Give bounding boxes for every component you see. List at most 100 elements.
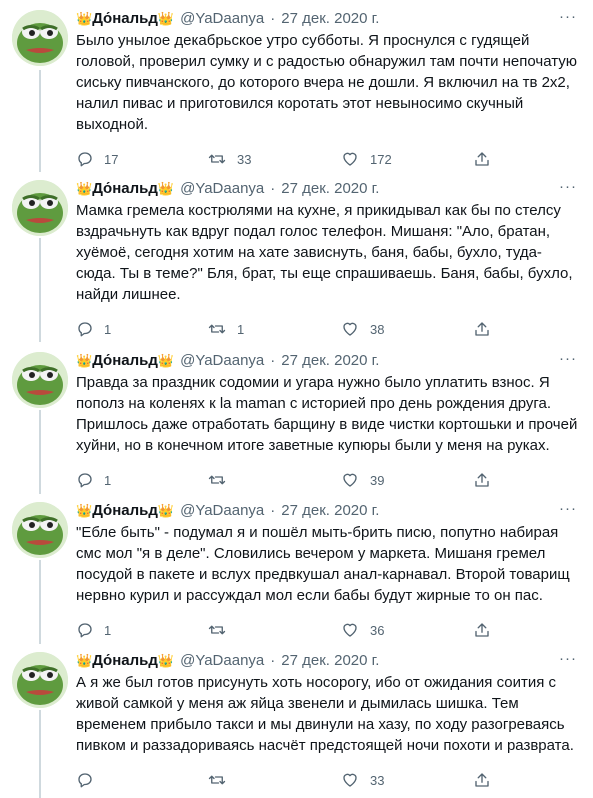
- reply-button[interactable]: 17: [76, 150, 207, 168]
- crown-icon: 👑: [76, 352, 93, 368]
- avatar[interactable]: [12, 652, 68, 708]
- heart-icon: [343, 322, 357, 336]
- share-button[interactable]: [473, 471, 493, 489]
- tweet-header: 👑 До́нальд 👑 @YaDaanya · 27 дек. 2020 г.…: [76, 500, 581, 520]
- more-options-icon[interactable]: ···: [559, 350, 577, 367]
- tweet-text: А я же был готов присунуть хоть носорогу…: [76, 674, 574, 754]
- tweet-header: 👑 До́нальд 👑 @YaDaanya · 27 дек. 2020 г.…: [76, 350, 581, 370]
- author-name[interactable]: До́нальд: [92, 352, 158, 369]
- reply-icon: [78, 473, 92, 488]
- crown-icon: 👑: [76, 652, 93, 668]
- like-button[interactable]: 39: [340, 471, 473, 489]
- share-icon: [475, 322, 489, 336]
- tweet-thread: 👑 До́нальд 👑 @YaDaanya · 27 дек. 2020 г.…: [0, 0, 593, 798]
- author-name[interactable]: До́нальд: [92, 180, 158, 197]
- tweet-actions: 1 39: [76, 470, 581, 490]
- tweet-date[interactable]: 27 дек. 2020 г.: [281, 502, 379, 519]
- author-handle[interactable]: @YaDaanya: [180, 180, 264, 197]
- tweet-date[interactable]: 27 дек. 2020 г.: [281, 352, 379, 369]
- share-icon: [475, 773, 489, 787]
- heart-icon: [343, 623, 357, 637]
- share-icon: [475, 473, 489, 487]
- heart-icon: [343, 152, 357, 166]
- like-button[interactable]: 38: [340, 320, 473, 338]
- share-button[interactable]: [473, 771, 493, 789]
- reply-count: 1: [104, 321, 112, 337]
- share-icon: [475, 623, 489, 637]
- more-options-icon[interactable]: ···: [559, 178, 577, 195]
- heart-icon: [343, 473, 357, 487]
- reply-icon: [78, 773, 92, 788]
- share-button[interactable]: [473, 150, 493, 168]
- retweet-button[interactable]: [207, 471, 340, 489]
- crown-icon: 👑: [157, 502, 175, 518]
- more-options-icon[interactable]: ···: [559, 650, 577, 667]
- tweet-date[interactable]: 27 дек. 2020 г.: [281, 652, 379, 669]
- author-handle[interactable]: @YaDaanya: [180, 10, 264, 27]
- crown-icon: 👑: [157, 352, 175, 368]
- tweet-actions: 1 36: [76, 620, 581, 640]
- retweet-icon: [208, 324, 226, 334]
- tweet-date[interactable]: 27 дек. 2020 г.: [281, 180, 379, 197]
- separator: ·: [270, 179, 276, 197]
- like-button[interactable]: 33: [340, 771, 473, 789]
- reply-icon: [78, 322, 92, 337]
- author-handle[interactable]: @YaDaanya: [180, 502, 264, 519]
- tweet[interactable]: 👑 До́нальд 👑 @YaDaanya · 27 дек. 2020 г.…: [0, 648, 593, 798]
- like-count: 36: [370, 622, 385, 638]
- tweet-date[interactable]: 27 дек. 2020 г.: [281, 10, 379, 27]
- crown-icon: 👑: [157, 652, 175, 668]
- retweet-icon: [208, 625, 226, 635]
- author-name[interactable]: До́нальд: [92, 502, 158, 519]
- crown-icon: 👑: [157, 180, 175, 196]
- avatar[interactable]: [12, 10, 68, 66]
- author-name[interactable]: До́нальд: [92, 652, 158, 669]
- separator: ·: [270, 351, 276, 369]
- more-options-icon[interactable]: ···: [559, 8, 577, 25]
- author-handle[interactable]: @YaDaanya: [180, 352, 264, 369]
- retweet-count: 33: [237, 151, 252, 167]
- reply-button[interactable]: 1: [76, 320, 207, 338]
- retweet-icon: [208, 775, 226, 785]
- reply-button[interactable]: [76, 771, 207, 789]
- like-button[interactable]: 36: [340, 621, 473, 639]
- separator: ·: [270, 501, 276, 519]
- reply-button[interactable]: 1: [76, 621, 207, 639]
- avatar[interactable]: [12, 352, 68, 408]
- reply-icon: [78, 623, 92, 638]
- avatar[interactable]: [12, 502, 68, 558]
- tweet[interactable]: 👑 До́нальд 👑 @YaDaanya · 27 дек. 2020 г.…: [0, 348, 593, 488]
- retweet-button[interactable]: [207, 621, 340, 639]
- tweet-actions: 33: [76, 770, 581, 790]
- reply-count: 17: [104, 151, 119, 167]
- like-button[interactable]: 172: [340, 150, 473, 168]
- retweet-button[interactable]: 33: [207, 150, 340, 168]
- heart-icon: [343, 773, 357, 787]
- retweet-button[interactable]: 1: [207, 320, 340, 338]
- tweet[interactable]: 👑 До́нальд 👑 @YaDaanya · 27 дек. 2020 г.…: [0, 176, 593, 338]
- tweet-text: "Ебле быть" - подумал я и пошёл мыть-бри…: [76, 524, 570, 604]
- author-name[interactable]: До́нальд: [92, 10, 158, 27]
- reply-button[interactable]: 1: [76, 471, 207, 489]
- crown-icon: 👑: [157, 10, 175, 26]
- reply-count: 1: [104, 622, 112, 638]
- like-count: 39: [370, 472, 385, 488]
- share-button[interactable]: [473, 621, 493, 639]
- tweet[interactable]: 👑 До́нальд 👑 @YaDaanya · 27 дек. 2020 г.…: [0, 6, 593, 169]
- crown-icon: 👑: [76, 502, 93, 518]
- share-button[interactable]: [473, 320, 493, 338]
- like-count: 172: [370, 151, 392, 167]
- author-handle[interactable]: @YaDaanya: [180, 652, 264, 669]
- crown-icon: 👑: [76, 10, 93, 26]
- retweet-icon: [208, 154, 226, 164]
- more-options-icon[interactable]: ···: [559, 500, 577, 517]
- retweet-button[interactable]: [207, 771, 340, 789]
- separator: ·: [270, 651, 276, 669]
- like-count: 38: [370, 321, 385, 337]
- tweet-actions: 17 33 172: [76, 149, 581, 169]
- tweet[interactable]: 👑 До́нальд 👑 @YaDaanya · 27 дек. 2020 г.…: [0, 498, 593, 638]
- avatar[interactable]: [12, 180, 68, 236]
- crown-icon: 👑: [76, 180, 93, 196]
- tweet-header: 👑 До́нальд 👑 @YaDaanya · 27 дек. 2020 г.…: [76, 650, 581, 670]
- tweet-text: Было унылое декабрьское утро субботы. Я …: [76, 32, 578, 133]
